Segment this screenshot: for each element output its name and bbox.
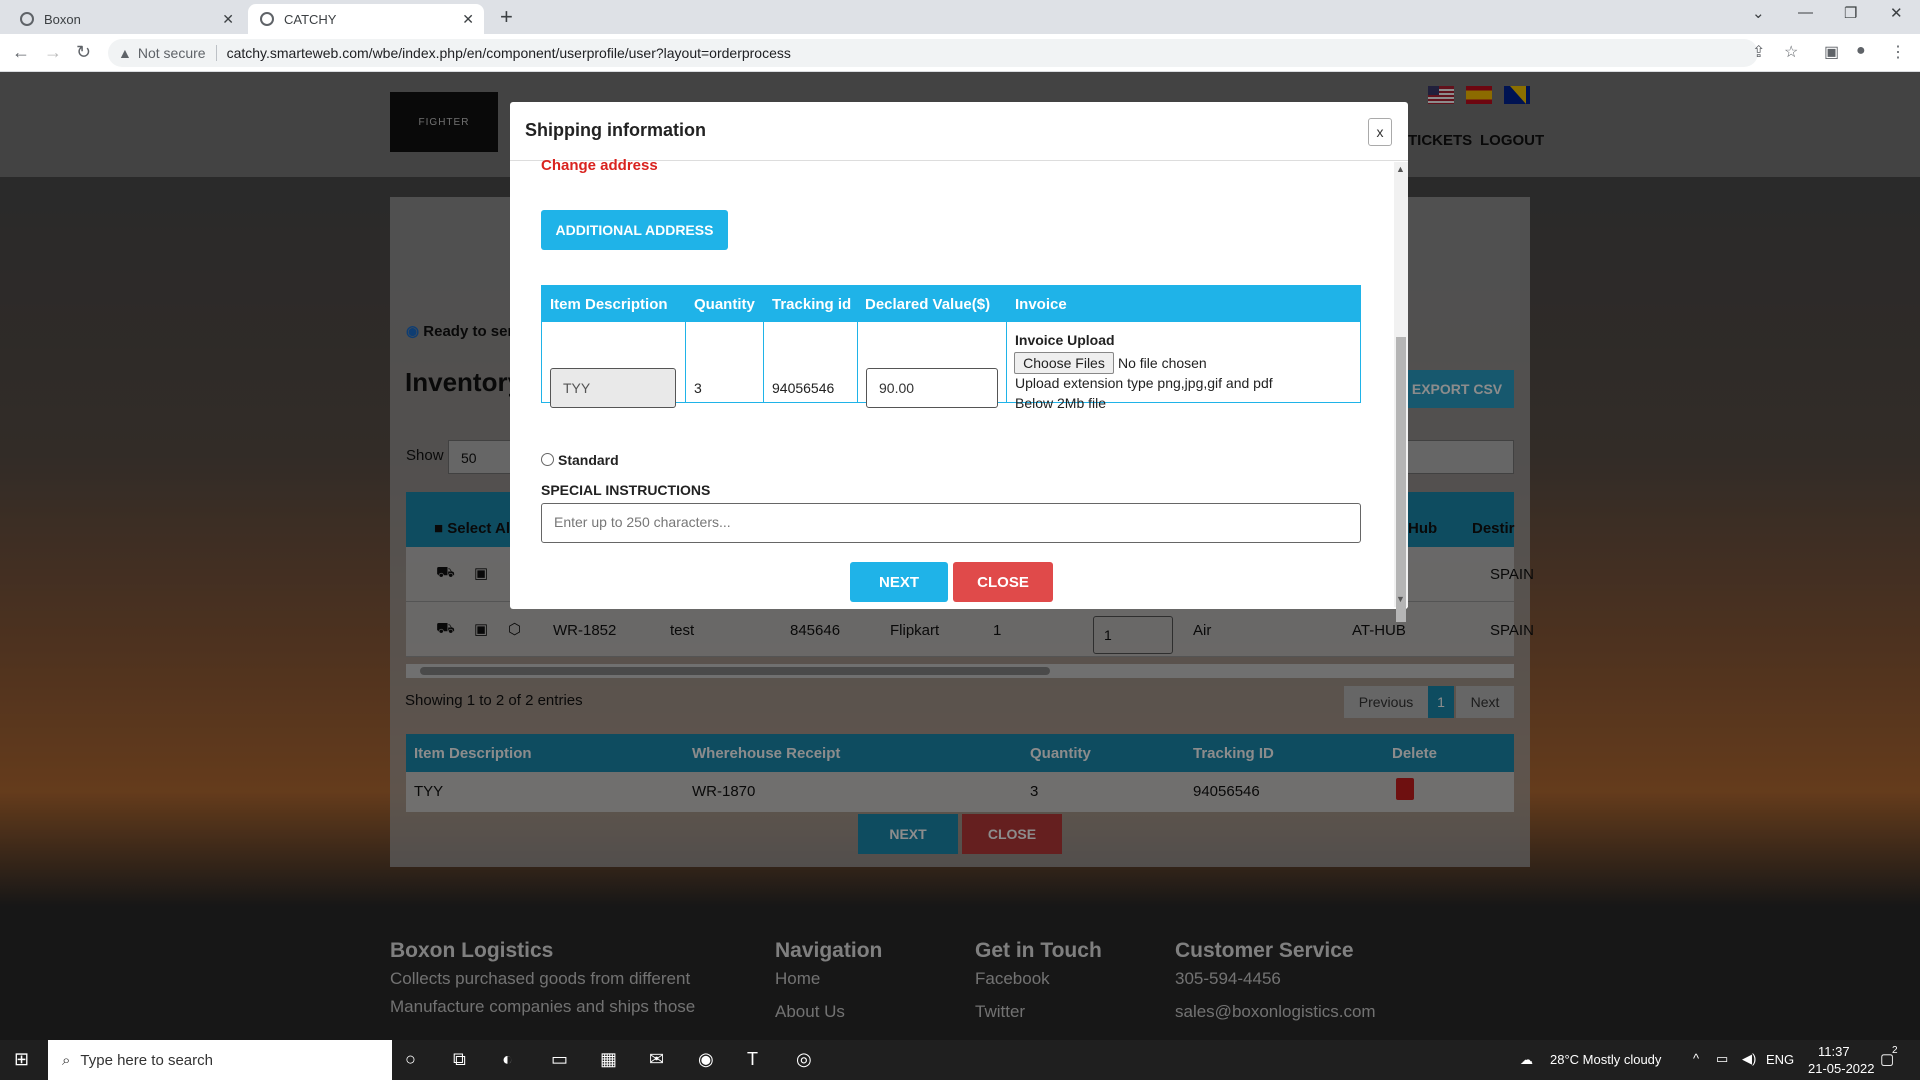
additional-address-button[interactable]: ADDITIONAL ADDRESS	[541, 210, 728, 250]
store-icon[interactable]: ▦	[600, 1049, 617, 1070]
close-tab-icon[interactable]: ✕	[222, 11, 234, 28]
globe-icon	[20, 12, 34, 26]
taskbar-search[interactable]: ⌕ Type here to search	[48, 1040, 392, 1080]
special-instructions-label: SPECIAL INSTRUCTIONS	[541, 482, 711, 498]
network-icon[interactable]: ▭	[1716, 1051, 1728, 1067]
share-icon[interactable]: ⇪	[1752, 42, 1765, 62]
firefox-icon[interactable]: ◉	[698, 1049, 714, 1070]
close-window-icon[interactable]: ✕	[1890, 4, 1903, 22]
header-quantity: Quantity	[694, 296, 755, 313]
bookmark-star-icon[interactable]: ☆	[1784, 42, 1798, 62]
windows-taskbar: ⊞ ⌕ Type here to search ○ ⧉ ◐ ▭ ▦ ✉ ◉ T …	[0, 1040, 1920, 1080]
globe-icon	[260, 12, 274, 26]
invoice-upload-label: Invoice Upload	[1015, 332, 1115, 348]
modal-scrollbar-thumb[interactable]	[1396, 337, 1406, 622]
search-placeholder: Type here to search	[80, 1051, 213, 1069]
item-description-input[interactable]: TYY	[550, 368, 676, 408]
side-panel-icon[interactable]: ▣	[1824, 42, 1839, 62]
divider	[857, 285, 858, 403]
item-quantity: 3	[694, 380, 702, 396]
mail-icon[interactable]: ✉	[649, 1049, 664, 1070]
weather-text[interactable]: 28°C Mostly cloudy	[1550, 1052, 1661, 1067]
tray-chevron-icon[interactable]: ^	[1693, 1051, 1699, 1066]
special-instructions-textarea[interactable]: Enter up to 250 characters...	[541, 503, 1361, 543]
header-item-description: Item Description	[550, 296, 668, 313]
clock-time[interactable]: 11:37	[1818, 1044, 1850, 1059]
header-tracking-id: Tracking id	[772, 296, 852, 313]
modal-close-button-bottom[interactable]: CLOSE	[953, 562, 1053, 602]
declared-value-input[interactable]: 90.00	[866, 368, 998, 408]
profile-icon[interactable]: ●	[1856, 42, 1866, 60]
reload-icon[interactable]: ↻	[76, 42, 91, 63]
shipping-modal: Shipping information x ▲ ▼ Change addres…	[510, 102, 1408, 622]
task-view-icon[interactable]: ⧉	[453, 1049, 466, 1070]
menu-icon[interactable]: ⋮	[1890, 42, 1906, 62]
chrome-icon[interactable]: ◎	[796, 1049, 812, 1070]
new-tab-icon[interactable]: +	[500, 4, 513, 30]
standard-radio[interactable]	[541, 453, 554, 466]
choose-files-button[interactable]: Choose Files	[1014, 352, 1114, 374]
change-address-link[interactable]: Change address	[541, 157, 658, 174]
tab-label: CATCHY	[284, 11, 337, 27]
edge-icon[interactable]: ◐	[502, 1049, 513, 1070]
language-indicator[interactable]: ENG	[1766, 1052, 1794, 1067]
modal-close-button[interactable]: x	[1368, 118, 1392, 146]
windows-start-icon[interactable]: ⊞	[14, 1049, 29, 1070]
scroll-up-arrow-icon[interactable]: ▲	[1396, 164, 1405, 174]
modal-title: Shipping information	[525, 120, 706, 140]
url-text: catchy.smarteweb.com/wbe/index.php/en/co…	[226, 45, 791, 61]
forward-icon[interactable]: →	[44, 42, 62, 63]
browser-tab-bar: Boxon ✕ CATCHY ✕ + ⌄ — ❐ ✕	[0, 0, 1920, 34]
modal-next-button[interactable]: NEXT	[850, 562, 948, 602]
no-file-chosen-text: No file chosen	[1118, 355, 1207, 371]
scroll-down-arrow-icon[interactable]: ▼	[1396, 594, 1405, 604]
volume-icon[interactable]: ◀)	[1742, 1051, 1756, 1067]
browser-toolbar: ← → ↻ ▲ Not secure catchy.smarteweb.com/…	[0, 34, 1920, 72]
upload-hint: Upload extension type png,jpg,gif and pd…	[1015, 375, 1273, 391]
header-invoice: Invoice	[1015, 296, 1067, 313]
tab-search-icon[interactable]: ⌄	[1752, 4, 1765, 22]
teams-icon[interactable]: T	[747, 1049, 758, 1070]
tab-label: Boxon	[44, 11, 81, 27]
notification-count: 2	[1892, 1045, 1898, 1056]
header-declared-value: Declared Value($)	[865, 296, 991, 313]
divider	[215, 45, 217, 61]
divider	[685, 285, 686, 403]
search-icon: ⌕	[62, 1051, 71, 1069]
web-page: FIGHTER TICKETS LOGOUT ◉ Ready to sen In…	[0, 72, 1920, 1040]
file-explorer-icon[interactable]: ▭	[551, 1049, 568, 1070]
tab-boxon[interactable]: Boxon ✕	[8, 4, 244, 34]
divider	[1006, 285, 1007, 403]
standard-label: Standard	[558, 452, 619, 468]
address-bar[interactable]: ▲ Not secure catchy.smarteweb.com/wbe/in…	[108, 39, 1758, 67]
tab-catchy[interactable]: CATCHY ✕	[248, 4, 484, 34]
warning-icon: ▲	[118, 45, 132, 61]
close-tab-icon[interactable]: ✕	[462, 11, 474, 28]
divider	[763, 285, 764, 403]
minimize-icon[interactable]: —	[1798, 4, 1813, 21]
weather-icon[interactable]: ☁	[1520, 1052, 1533, 1068]
restore-icon[interactable]: ❐	[1844, 4, 1857, 22]
back-icon[interactable]: ←	[12, 42, 30, 63]
cortana-icon[interactable]: ○	[405, 1049, 416, 1070]
item-tracking-id: 94056546	[772, 380, 835, 396]
clock-date[interactable]: 21-05-2022	[1808, 1061, 1875, 1076]
not-secure-label: Not secure	[137, 45, 206, 61]
size-hint: Below 2Mb file	[1015, 395, 1107, 411]
